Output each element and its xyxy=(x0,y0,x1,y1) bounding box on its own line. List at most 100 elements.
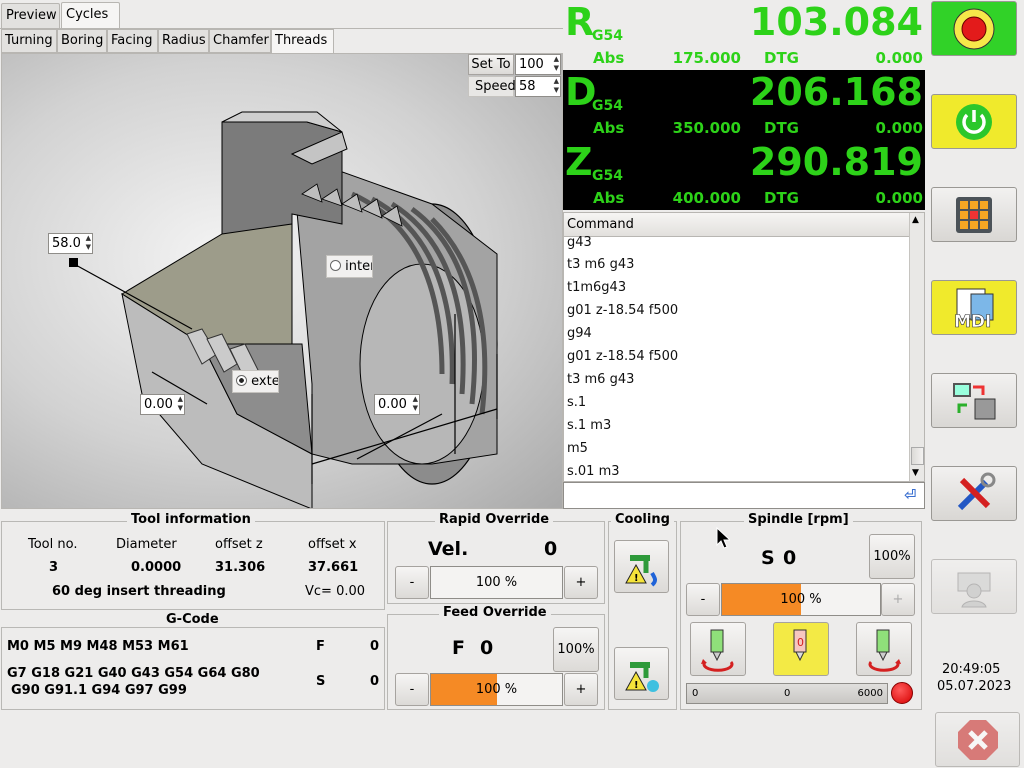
spin-arrows-icon[interactable]: ▲ ▼ xyxy=(178,395,183,413)
tab-cycles[interactable]: Cycles xyxy=(61,2,120,29)
dro-axis-d: D G54 206.168 Abs 350.000 DTG 0.000 xyxy=(563,70,925,140)
mist-coolant-button[interactable]: ! xyxy=(614,540,669,593)
spindle-stop-button[interactable]: 0 xyxy=(773,622,829,676)
subtab-radius[interactable]: Radius xyxy=(158,29,209,53)
spindle-override-text: 100 % xyxy=(780,592,822,607)
command-history-item[interactable]: s.01 m3 xyxy=(567,464,620,479)
scroll-up-icon[interactable]: ▲ xyxy=(912,215,919,225)
feed-decrease-button[interactable]: - xyxy=(395,673,429,706)
command-history-item[interactable]: t3 m6 g43 xyxy=(567,257,634,272)
length-spinbox[interactable]: 0.00 ▲ ▼ xyxy=(374,394,420,415)
exit-button[interactable] xyxy=(935,712,1020,767)
command-history-item[interactable]: t1m6g43 xyxy=(567,280,626,295)
feed-label: F xyxy=(316,639,325,654)
feed-reset-button[interactable]: 100% xyxy=(553,627,599,672)
tool-info-title: Tool information xyxy=(127,512,255,527)
spin-arrows-icon[interactable]: ▲ ▼ xyxy=(554,55,559,73)
command-history-item[interactable]: g01 z-18.54 f500 xyxy=(567,349,678,364)
spin-arrows-icon[interactable]: ▲ ▼ xyxy=(86,234,91,252)
set-to-value: 100 xyxy=(519,57,544,72)
dtg-value: 0.000 xyxy=(875,119,923,137)
feed-increase-button[interactable]: + xyxy=(564,673,598,706)
command-history[interactable]: Command ▲ ▼ xyxy=(563,212,925,482)
subtab-turning[interactable]: Turning xyxy=(1,29,57,53)
set-to-spinbox[interactable]: 100 ▲ ▼ xyxy=(515,54,561,75)
abs-value: 175.000 xyxy=(672,49,741,67)
emergency-stop-button[interactable] xyxy=(931,1,1017,56)
rapid-vel-value: 0 xyxy=(544,538,558,560)
external-label: exte xyxy=(251,374,279,389)
command-history-item[interactable]: g94 xyxy=(567,326,592,341)
auto-mode-button[interactable] xyxy=(931,373,1017,428)
rapid-increase-button[interactable]: + xyxy=(564,566,598,599)
speed-label: S xyxy=(316,674,326,689)
speed-value: 58 xyxy=(519,79,536,94)
settings-button[interactable] xyxy=(931,466,1017,521)
spindle-ccw-button[interactable] xyxy=(690,622,746,676)
flood-coolant-button[interactable]: ! xyxy=(614,647,669,700)
spindle-override-bar[interactable]: 100 % xyxy=(721,583,881,616)
angle-spinbox[interactable]: 58.0 ▲ ▼ xyxy=(48,233,93,254)
mouse-cursor-icon xyxy=(716,527,730,549)
command-history-item[interactable]: g43 xyxy=(567,235,592,250)
tool-description: 60 deg insert threading xyxy=(52,584,226,599)
command-history-item[interactable]: s.1 xyxy=(567,395,586,410)
svg-text:!: ! xyxy=(634,573,639,584)
gauge-value: 0 xyxy=(784,688,791,699)
external-radio[interactable]: exte xyxy=(232,370,279,393)
spindle-speed-gauge: 0 0 6000 xyxy=(686,683,888,704)
spin-arrows-icon[interactable]: ▲ ▼ xyxy=(413,395,418,413)
command-input[interactable]: ⏎ xyxy=(563,482,925,509)
offset-x-value: 37.661 xyxy=(308,560,359,575)
jog-mode-button[interactable] xyxy=(931,187,1017,242)
pitch-spinbox[interactable]: 0.00 ▲ ▼ xyxy=(140,394,185,415)
mdi-mode-button[interactable]: MDI xyxy=(931,280,1017,335)
scroll-down-icon[interactable]: ▼ xyxy=(912,468,919,478)
command-history-item[interactable]: m5 xyxy=(567,441,588,456)
radio-unchecked-icon[interactable] xyxy=(330,260,341,271)
subtab-threads[interactable]: Threads xyxy=(271,29,334,53)
command-history-item[interactable]: t3 m6 g43 xyxy=(567,372,634,387)
internal-label: inter xyxy=(345,259,373,274)
svg-text:MDI: MDI xyxy=(954,312,991,330)
thread-diagram xyxy=(1,53,563,509)
spindle-title: Spindle [rpm] xyxy=(744,512,853,527)
subtab-chamfer[interactable]: Chamfer xyxy=(209,29,271,53)
user-button[interactable] xyxy=(931,559,1017,614)
user-icon xyxy=(957,572,991,607)
active-gcodes-line1: G7 G18 G21 G40 G43 G54 G64 G80 xyxy=(7,666,260,681)
enter-icon[interactable]: ⏎ xyxy=(904,486,920,504)
internal-radio[interactable]: inter xyxy=(326,255,373,278)
rapid-override-text: 100 % xyxy=(475,575,518,590)
scrollbar-thumb[interactable] xyxy=(911,447,924,465)
svg-text:0: 0 xyxy=(797,636,804,649)
dro-axis-z: Z G54 290.819 Abs 400.000 DTG 0.000 xyxy=(563,140,925,210)
feed-f-value: 0 xyxy=(480,637,494,659)
speed-spinbox[interactable]: 58 ▲ ▼ xyxy=(515,76,561,97)
spindle-reset-button[interactable]: 100% xyxy=(869,534,915,579)
subtab-boring[interactable]: Boring xyxy=(57,29,107,53)
feed-override-bar[interactable]: 100 % xyxy=(430,673,563,706)
offset-z-value: 31.306 xyxy=(215,560,266,575)
radio-checked-icon[interactable] xyxy=(236,375,247,386)
spin-arrows-icon[interactable]: ▲ ▼ xyxy=(554,77,559,95)
rapid-decrease-button[interactable]: - xyxy=(395,566,429,599)
spindle-decrease-button[interactable]: - xyxy=(686,583,720,616)
spindle-increase-button[interactable]: + xyxy=(881,583,915,616)
pitch-value: 0.00 xyxy=(144,397,173,412)
rapid-override-bar[interactable]: 100 % xyxy=(430,566,563,599)
command-history-item[interactable]: g01 z-18.54 f500 xyxy=(567,303,678,318)
axis-wcs: G54 xyxy=(592,168,623,184)
subtab-facing[interactable]: Facing xyxy=(107,29,158,53)
gauge-max: 6000 xyxy=(857,688,883,699)
tab-preview[interactable]: Preview xyxy=(1,3,60,28)
machine-power-button[interactable] xyxy=(931,94,1017,149)
spindle-cw-button[interactable] xyxy=(856,622,912,676)
diameter-header: Diameter xyxy=(116,537,177,552)
scrollbar[interactable]: ▲ ▼ xyxy=(909,213,924,481)
set-to-button[interactable]: Set To xyxy=(468,54,514,75)
axis-value: 103.084 xyxy=(749,0,923,44)
command-history-item[interactable]: s.1 m3 xyxy=(567,418,611,433)
feed-override-title: Feed Override xyxy=(439,605,551,620)
axis-wcs: G54 xyxy=(592,98,623,114)
